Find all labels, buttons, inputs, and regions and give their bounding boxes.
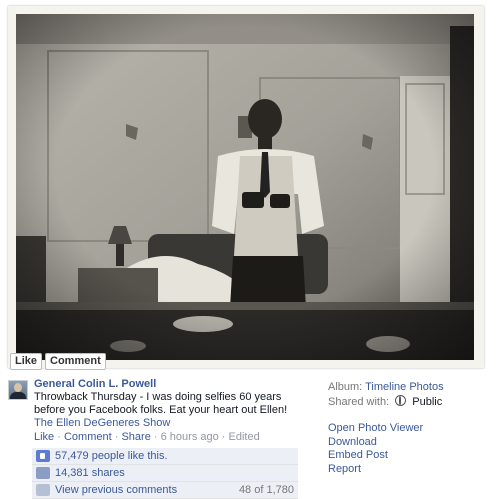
album-info: Album: Timeline Photos xyxy=(328,381,498,394)
separator: · xyxy=(221,431,226,443)
likes-count-link[interactable]: 57,479 people like this. xyxy=(55,450,168,462)
post-action-bar: Like · Comment · Share · 6 hours ago · E… xyxy=(34,431,298,444)
post-photo[interactable] xyxy=(8,6,484,368)
comment-icon xyxy=(36,484,50,496)
comment-count: 48 of 1,780 xyxy=(238,484,294,496)
view-comments-row[interactable]: View previous comments 48 of 1,780 xyxy=(32,482,298,499)
privacy-value[interactable]: Public xyxy=(412,396,442,408)
album-label: Album: xyxy=(328,381,363,393)
photo-overlay-actions: Like Comment xyxy=(10,353,106,370)
open-photo-viewer-link[interactable]: Open Photo Viewer xyxy=(328,422,498,436)
edited-label[interactable]: Edited xyxy=(229,431,260,443)
separator: · xyxy=(153,431,158,443)
post-details: General Colin L. Powell Throwback Thursd… xyxy=(8,378,298,499)
shares-count-link[interactable]: 14,381 shares xyxy=(55,467,125,479)
timestamp[interactable]: 6 hours ago xyxy=(161,431,219,443)
shared-with-label: Shared with: xyxy=(328,396,390,408)
privacy-info: Shared with: Public xyxy=(328,394,498,409)
author-name-link[interactable]: General Colin L. Powell xyxy=(34,378,156,390)
embed-post-link[interactable]: Embed Post xyxy=(328,449,498,463)
feedback-box: 57,479 people like this. 14,381 shares V… xyxy=(32,448,298,499)
caption-text: Throwback Thursday - I was doing selfies… xyxy=(34,391,288,416)
comment-link[interactable]: Comment xyxy=(64,431,112,443)
post-body: General Colin L. Powell Throwback Thursd… xyxy=(34,378,298,444)
post-header: General Colin L. Powell Throwback Thursd… xyxy=(8,378,298,444)
photo-actions-list: Open Photo Viewer Download Embed Post Re… xyxy=(328,422,498,476)
selfie-photo-image xyxy=(8,6,484,368)
download-link[interactable]: Download xyxy=(328,436,498,450)
report-link[interactable]: Report xyxy=(328,463,498,477)
thumbs-up-icon xyxy=(36,450,50,462)
post-caption: Throwback Thursday - I was doing selfies… xyxy=(34,391,298,430)
photo-comment-button[interactable]: Comment xyxy=(45,353,106,370)
photo-sidebar: Album: Timeline Photos Shared with: Publ… xyxy=(328,381,498,476)
separator: · xyxy=(114,431,119,443)
likes-row[interactable]: 57,479 people like this. xyxy=(32,448,298,465)
share-link[interactable]: Share xyxy=(121,431,150,443)
tagged-page-link[interactable]: The Ellen DeGeneres Show xyxy=(34,417,170,429)
separator: · xyxy=(57,431,61,443)
like-link[interactable]: Like xyxy=(34,431,54,443)
share-icon xyxy=(36,467,50,479)
globe-icon xyxy=(395,395,407,406)
shares-row[interactable]: 14,381 shares xyxy=(32,465,298,482)
photo-like-button[interactable]: Like xyxy=(10,353,43,370)
album-link[interactable]: Timeline Photos xyxy=(365,381,443,393)
view-previous-comments-link[interactable]: View previous comments xyxy=(55,484,177,496)
author-avatar[interactable] xyxy=(8,380,28,400)
